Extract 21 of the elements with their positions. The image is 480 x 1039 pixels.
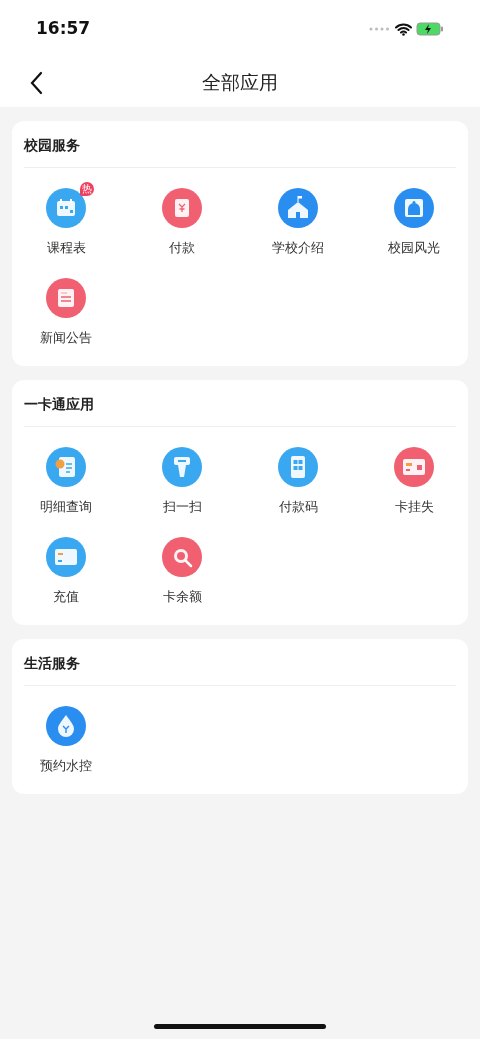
page-title: 全部应用 bbox=[202, 70, 278, 96]
section-title: 校园服务 bbox=[24, 121, 456, 168]
app-item[interactable]: 学校介绍 bbox=[240, 178, 356, 268]
app-item[interactable]: 热 课程表 bbox=[8, 178, 124, 268]
app-item[interactable]: 卡余额 bbox=[124, 527, 240, 617]
app-item[interactable]: 付款码 bbox=[240, 437, 356, 527]
signal-icon bbox=[369, 27, 391, 31]
app-item[interactable]: 校园风光 bbox=[356, 178, 472, 268]
hot-badge: 热 bbox=[80, 182, 94, 196]
app-item[interactable]: 充值 bbox=[8, 527, 124, 617]
app-item[interactable]: 明细查询 bbox=[8, 437, 124, 527]
app-item[interactable]: 付款 bbox=[124, 178, 240, 268]
section-title: 生活服务 bbox=[24, 639, 456, 686]
wifi-icon bbox=[395, 22, 412, 36]
app-item[interactable]: 扫一扫 bbox=[124, 437, 240, 527]
battery-icon bbox=[416, 22, 444, 36]
status-time: 16:57 bbox=[36, 17, 91, 41]
app-item[interactable]: 卡挂失 bbox=[356, 437, 472, 527]
section-title: 一卡通应用 bbox=[24, 380, 456, 427]
app-item[interactable]: 预约水控 bbox=[8, 696, 124, 786]
app-item[interactable]: 新闻公告 bbox=[8, 268, 124, 358]
